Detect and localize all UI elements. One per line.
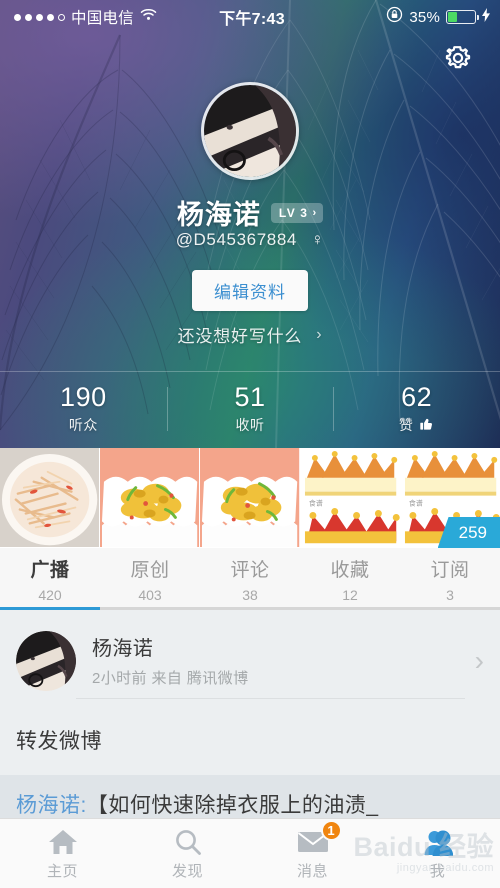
level-badge-label: LV [278, 205, 297, 220]
stat-label: 赞 [398, 416, 414, 433]
avatar[interactable] [201, 82, 299, 180]
carrier-name: 中国电信 [71, 10, 134, 27]
stats-divider [0, 371, 500, 372]
lightning-bolt-icon [482, 7, 490, 27]
tab-subscriptions[interactable]: 订阅 3 [400, 548, 500, 610]
photo-thumbnail[interactable] [0, 448, 101, 548]
nav-label: 我 [429, 862, 446, 880]
profile-tabs: 广播 420 原创 403 评论 38 收藏 12 订阅 3 [0, 548, 500, 610]
app-screen: 中国电信 下午7:43 35% 杨海诺 LV 3 › @D545367884 ♀… [0, 0, 500, 888]
post-header[interactable]: 杨海诺 2小时前 来自 腾讯微博 › [0, 610, 500, 709]
tab-comments[interactable]: 评论 38 [200, 548, 300, 610]
rotation-lock-icon [386, 6, 403, 28]
tab-count: 420 [38, 587, 62, 603]
crown-graphic-image: 食谱 [300, 448, 400, 548]
stat-value: 62 [401, 382, 433, 413]
quoted-text: 【如何快速除掉衣服上的油渍_ [86, 794, 379, 817]
tab-active-indicator [0, 607, 100, 610]
gear-icon [442, 42, 474, 79]
profile-cover: 中国电信 下午7:43 35% 杨海诺 LV 3 › @D545367884 ♀… [0, 0, 500, 448]
nav-item-profile[interactable]: 我 [375, 819, 500, 888]
stat-label: 收听 [235, 416, 265, 433]
person-icon [423, 827, 453, 857]
status-bar-right: 35% [310, 6, 500, 28]
signal-strength-dots [14, 13, 65, 21]
svg-text:食谱: 食谱 [409, 499, 423, 508]
post-timestamp-source: 2小时前 来自 腾讯微博 [92, 670, 249, 687]
user-id: @D545367884 [175, 230, 297, 249]
nav-label: 发现 [171, 862, 203, 880]
tab-broadcast[interactable]: 广播 420 [0, 548, 100, 610]
level-badge-value: 3 [300, 205, 309, 220]
signature-row[interactable]: 还没想好写什么 › [0, 322, 500, 347]
quoted-author: 杨海诺: [16, 794, 87, 817]
stat-likes[interactable]: 62 赞 [333, 378, 500, 440]
svg-text:食谱: 食谱 [309, 499, 323, 508]
level-badge[interactable]: LV 3 › [270, 202, 324, 223]
post-author: 杨海诺 [92, 638, 154, 660]
search-icon [174, 827, 202, 857]
tab-label: 订阅 [430, 560, 470, 581]
scrambled-egg-dish-2-image [200, 448, 300, 548]
tab-original[interactable]: 原创 403 [100, 548, 200, 610]
stat-label-wrap: 赞 [399, 415, 435, 435]
tab-label: 原创 [130, 560, 170, 581]
tab-count: 12 [342, 587, 358, 603]
envelope-icon: 1 [297, 819, 342, 857]
tab-label: 广播 [30, 560, 70, 581]
post-avatar-image [16, 630, 76, 691]
home-icon [48, 827, 78, 857]
stats-row: 190 听众 51 收听 62 赞 [0, 378, 500, 440]
post-body: 转发微博 [0, 709, 500, 775]
scrambled-egg-dish-image [100, 448, 200, 548]
tab-count: 403 [138, 587, 162, 603]
tab-label: 收藏 [330, 560, 370, 581]
avatar-image [204, 85, 296, 177]
shredded-potato-dish-image [0, 448, 100, 548]
chevron-right-icon: › [316, 325, 323, 343]
wifi-icon [140, 8, 157, 26]
tab-count: 38 [242, 587, 258, 603]
status-bar-left: 中国电信 [0, 6, 200, 28]
photo-thumbnail[interactable]: 食谱 [300, 448, 401, 548]
photo-thumbnail[interactable] [200, 448, 301, 548]
stat-value: 51 [234, 382, 266, 413]
edit-profile-button[interactable]: 编辑资料 [192, 270, 308, 311]
chevron-right-icon[interactable]: › [465, 645, 484, 677]
photo-thumbnail[interactable] [100, 448, 201, 548]
photo-strip: 食谱 食谱 259 [0, 448, 500, 548]
username: 杨海诺 [176, 200, 261, 230]
nav-item-home[interactable]: 主页 [0, 819, 125, 888]
nav-item-discover[interactable]: 发现 [125, 819, 250, 888]
post-avatar[interactable] [16, 630, 76, 691]
nav-label: 主页 [46, 862, 78, 880]
stat-value: 190 [60, 382, 107, 413]
stat-label: 听众 [68, 416, 98, 433]
photo-count-badge[interactable]: 259 [437, 516, 500, 548]
user-id-row: @D545367884 ♀ [0, 230, 500, 250]
message-badge: 1 [320, 819, 342, 841]
nav-label: 消息 [296, 862, 328, 880]
battery-percent: 35% [409, 8, 440, 26]
signature-text: 还没想好写什么 [177, 327, 303, 346]
bottom-navigation: 主页 发现 1 消息 我 [0, 818, 500, 888]
settings-button[interactable] [438, 40, 478, 80]
chevron-right-icon: › [312, 206, 317, 219]
tab-favorites[interactable]: 收藏 12 [300, 548, 400, 610]
feed-list: 杨海诺 2小时前 来自 腾讯微博 › 转发微博 杨海诺:【如何快速除掉衣服上的油… [0, 610, 500, 835]
username-row: 杨海诺 LV 3 › [0, 193, 500, 232]
battery-icon [446, 10, 480, 24]
post-meta: 杨海诺 2小时前 来自 腾讯微博 [76, 632, 465, 699]
stat-following[interactable]: 51 收听 [166, 378, 334, 440]
status-bar-time: 下午7:43 [219, 11, 285, 28]
tab-count: 3 [446, 587, 454, 603]
nav-item-messages[interactable]: 1 消息 [250, 819, 375, 888]
gender-female-icon: ♀ [310, 230, 325, 249]
status-bar: 中国电信 下午7:43 35% [0, 0, 500, 34]
thumbs-up-icon [419, 416, 434, 434]
stat-listeners[interactable]: 190 听众 [0, 378, 167, 440]
photo-thumbnail[interactable]: 食谱 259 [400, 448, 500, 548]
tab-label: 评论 [230, 560, 270, 581]
